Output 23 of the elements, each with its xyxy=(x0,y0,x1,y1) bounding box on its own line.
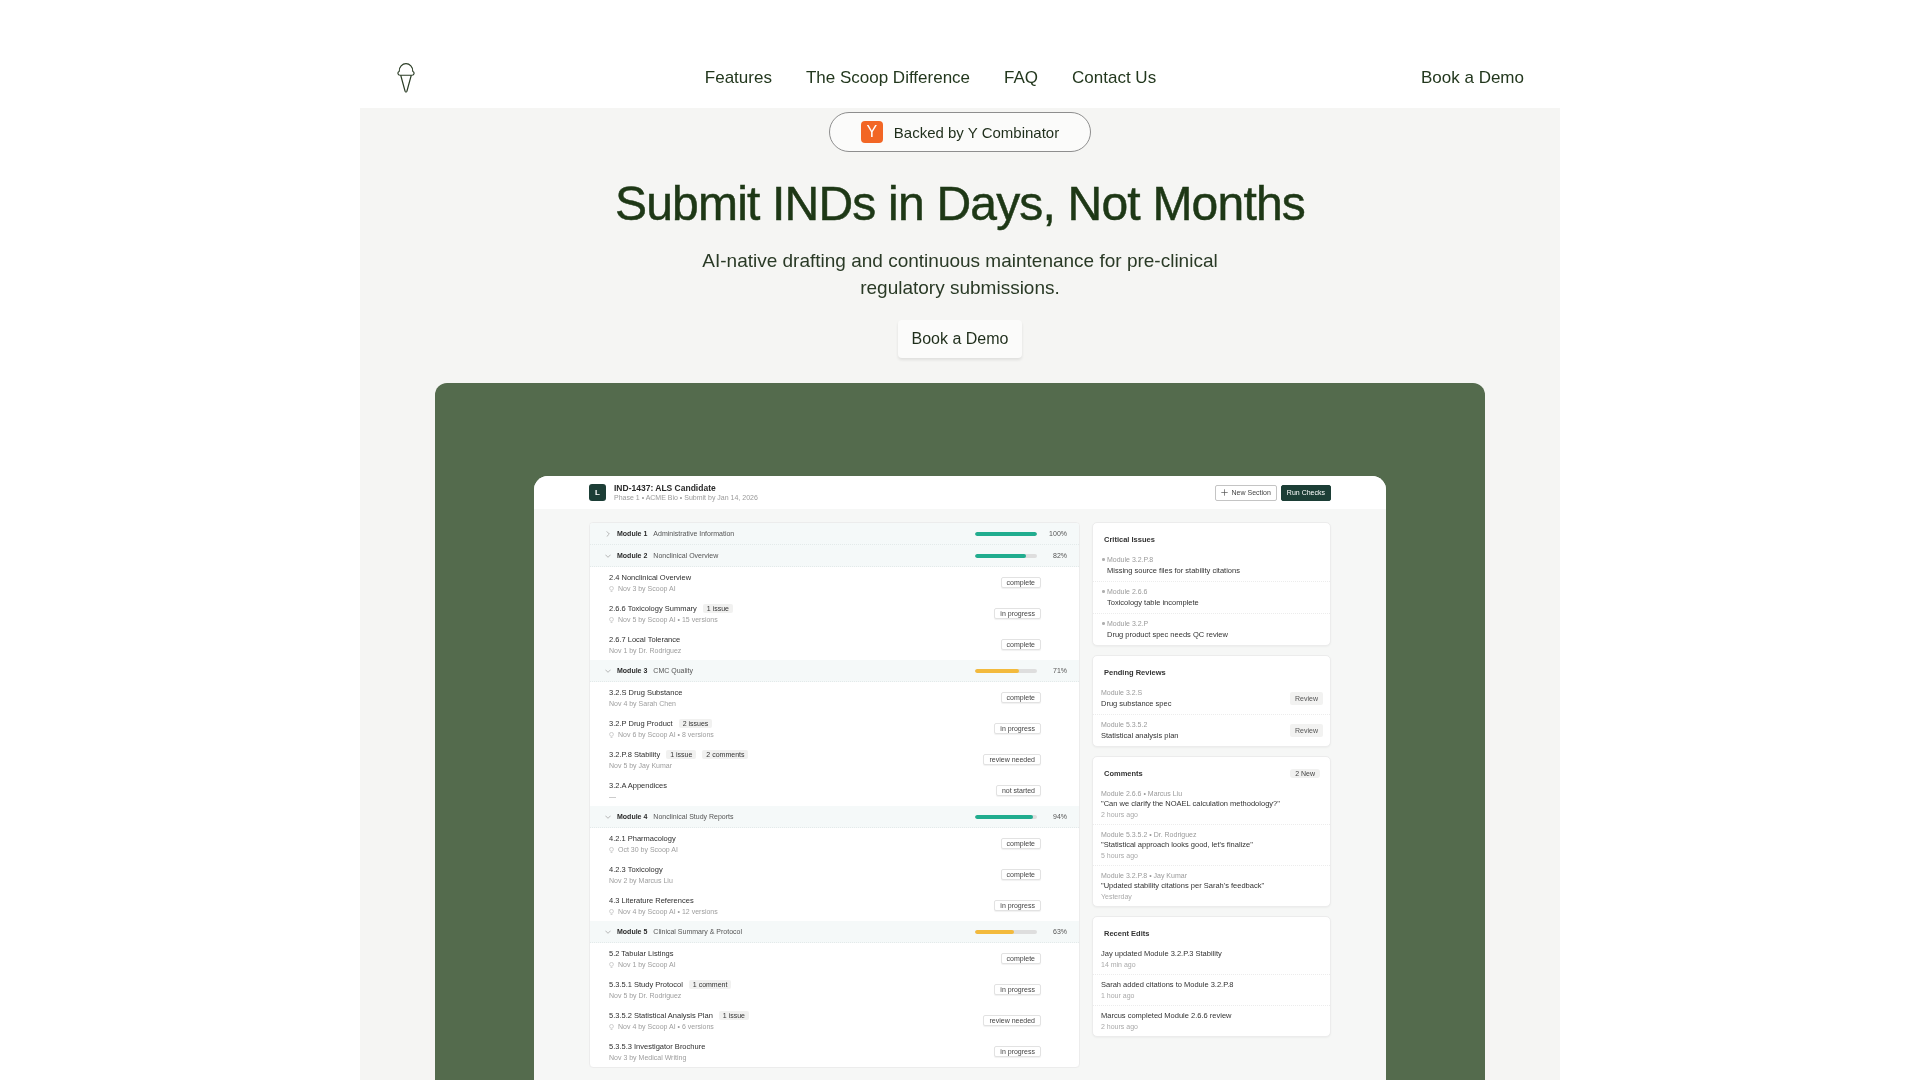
dot-icon xyxy=(1102,558,1105,561)
y-logo: Y xyxy=(860,121,883,143)
ice-cream-icon[interactable] xyxy=(396,62,416,94)
nav-link[interactable]: Features xyxy=(704,68,772,88)
chevron-down-icon[interactable] xyxy=(605,813,611,820)
book-demo-link[interactable]: Book a Demo xyxy=(1421,68,1524,88)
book-demo-button[interactable]: Book a Demo xyxy=(897,320,1023,358)
nav-link[interactable]: Contact Us xyxy=(1072,68,1157,88)
chevron-down-icon[interactable] xyxy=(605,928,611,935)
progress-track xyxy=(975,531,1037,536)
hero-subtitle: AI-native drafting and continuous maintenance for pre-clinical regulatory submissions. xyxy=(701,249,1219,300)
plus-icon xyxy=(1220,489,1228,496)
project-title: IND-1437: ALS Candidate xyxy=(614,483,717,493)
badge-label: Backed by Y Combinator xyxy=(893,123,1060,141)
hero-title: Submit INDs in Days, Not Months xyxy=(614,176,1306,232)
nav-link[interactable]: FAQ xyxy=(1004,68,1039,88)
chevron-right-icon[interactable] xyxy=(605,530,611,537)
dot-icon xyxy=(1102,590,1105,593)
dot-icon xyxy=(1102,622,1105,625)
chevron-down-icon[interactable] xyxy=(605,667,611,674)
project-logo: L xyxy=(589,484,606,501)
nav-link[interactable]: The Scoop Difference xyxy=(805,68,971,88)
chevron-down-icon[interactable] xyxy=(605,552,611,559)
